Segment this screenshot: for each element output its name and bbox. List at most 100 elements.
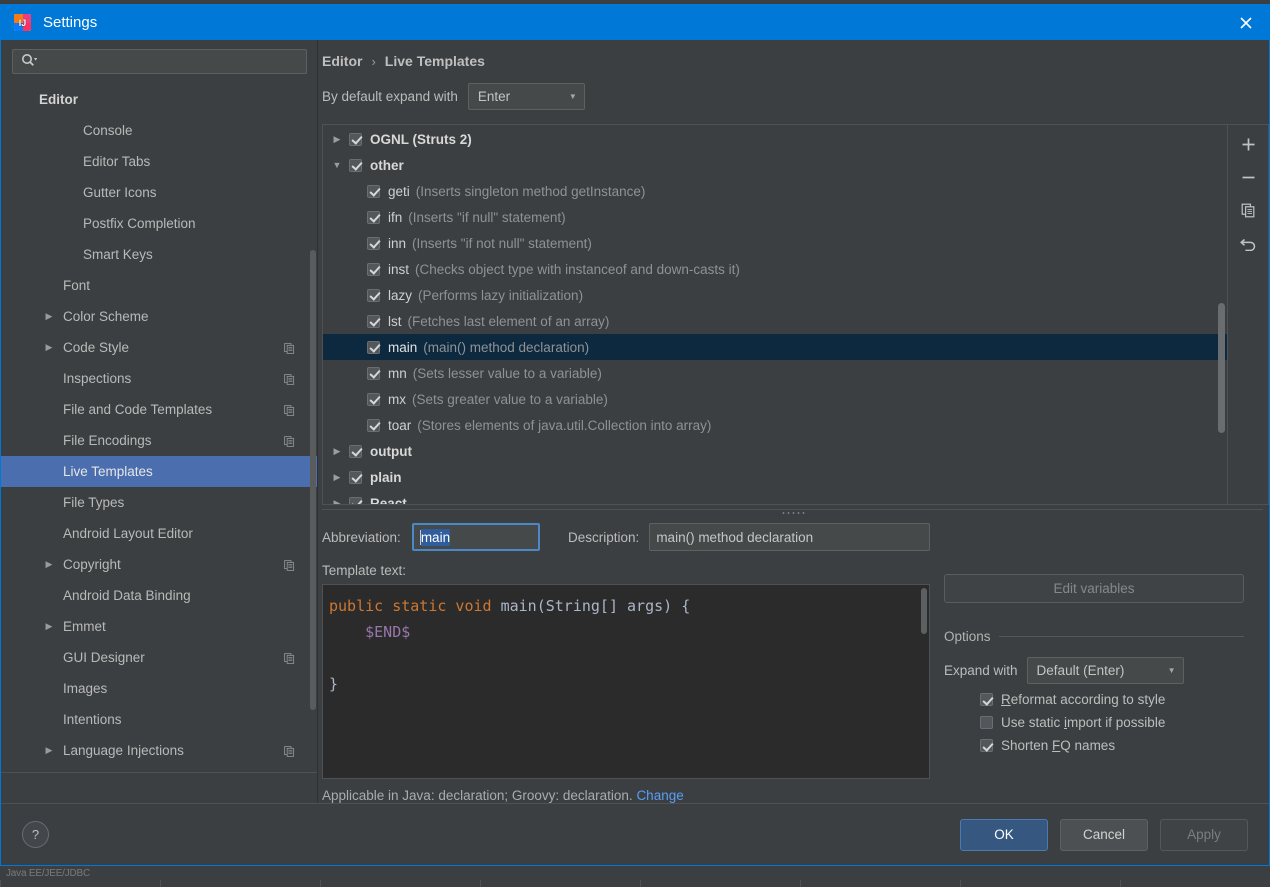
template-tree-row[interactable]: main(main() method declaration) (323, 334, 1227, 360)
checkbox-reformat-according-to-style[interactable]: Reformat according to style (944, 692, 1244, 707)
template-tree-row[interactable]: ▼other (323, 152, 1227, 178)
sidebar-item-code-style[interactable]: ▶Code Style (1, 332, 317, 363)
help-button[interactable]: ? (22, 821, 49, 848)
expand-arrow-icon[interactable]: ▶ (44, 745, 54, 756)
template-checkbox[interactable] (367, 185, 380, 198)
template-tree-area: ▶OGNL (Struts 2)▼othergeti(Inserts singl… (322, 124, 1269, 505)
template-checkbox[interactable] (367, 315, 380, 328)
sidebar-item-inspections[interactable]: Inspections (1, 363, 317, 394)
sidebar-item-editor-tabs[interactable]: Editor Tabs (1, 146, 317, 177)
expand-arrow-icon[interactable]: ▶ (331, 134, 343, 145)
checkbox-box[interactable] (980, 716, 993, 729)
expand-arrow-icon[interactable]: ▶ (44, 311, 54, 322)
template-tree-row[interactable]: mn(Sets lesser value to a variable) (323, 360, 1227, 386)
sidebar-item-file-encodings[interactable]: File Encodings (1, 425, 317, 456)
template-checkbox[interactable] (349, 133, 362, 146)
close-icon[interactable] (1223, 5, 1269, 40)
breadcrumb-parent[interactable]: Editor (322, 53, 362, 69)
code-scrollbar-thumb[interactable] (921, 588, 927, 634)
template-tree-row[interactable]: ▶plain (323, 464, 1227, 490)
add-icon[interactable] (1234, 132, 1262, 156)
template-tree-row[interactable]: inn(Inserts "if not null" statement) (323, 230, 1227, 256)
expand-arrow-icon[interactable]: ▶ (331, 472, 343, 483)
expand-arrow-icon[interactable]: ▶ (44, 559, 54, 570)
template-tree[interactable]: ▶OGNL (Struts 2)▼othergeti(Inserts singl… (322, 124, 1228, 505)
sidebar-item-color-scheme[interactable]: ▶Color Scheme (1, 301, 317, 332)
checkbox-box[interactable] (980, 739, 993, 752)
template-checkbox[interactable] (349, 445, 362, 458)
template-text-editor[interactable]: public static void main(String[] args) {… (322, 584, 930, 779)
sidebar-item-file-types[interactable]: File Types (1, 487, 317, 518)
cancel-button[interactable]: Cancel (1060, 819, 1148, 851)
sidebar-item-intentions[interactable]: Intentions (1, 704, 317, 735)
change-context-link[interactable]: Change (636, 788, 683, 803)
template-checkbox[interactable] (367, 237, 380, 250)
sidebar-item-spelling[interactable]: Spelling (1, 766, 317, 772)
panel-splitter[interactable] (318, 506, 1269, 518)
sidebar-scrollbar-thumb[interactable] (310, 250, 316, 710)
expand-arrow-icon[interactable]: ▶ (44, 621, 54, 632)
template-tree-row[interactable]: lazy(Performs lazy initialization) (323, 282, 1227, 308)
sidebar-item-live-templates[interactable]: Live Templates (1, 456, 317, 487)
sidebar-item-postfix-completion[interactable]: Postfix Completion (1, 208, 317, 239)
copy-icon[interactable] (1234, 198, 1262, 222)
sidebar-item-emmet[interactable]: ▶Emmet (1, 611, 317, 642)
template-tree-row[interactable]: ▶OGNL (Struts 2) (323, 126, 1227, 152)
checkbox-shorten-fq-names[interactable]: Shorten FQ names (944, 738, 1244, 753)
checkbox-use-static-import-if-possible[interactable]: Use static import if possible (944, 715, 1244, 730)
settings-content-panel: Editor › Live Templates By default expan… (318, 40, 1269, 803)
template-tree-row[interactable]: ▶output (323, 438, 1227, 464)
template-tree-row[interactable]: toar(Stores elements of java.util.Collec… (323, 412, 1227, 438)
description-input[interactable]: main() method declaration (649, 523, 930, 551)
sidebar-item-label: File Encodings (63, 433, 152, 448)
template-tree-row[interactable]: geti(Inserts singleton method getInstanc… (323, 178, 1227, 204)
search-input[interactable] (37, 50, 306, 73)
sidebar-item-editor[interactable]: Editor (1, 84, 317, 115)
sidebar-item-label: Live Templates (63, 464, 153, 479)
sidebar-item-smart-keys[interactable]: Smart Keys (1, 239, 317, 270)
expand-arrow-icon[interactable]: ▶ (331, 498, 343, 506)
expand-with-combo[interactable]: Default (Enter) ▼ (1027, 657, 1184, 684)
edit-variables-button[interactable]: Edit variables (944, 574, 1244, 603)
sidebar-item-file-and-code-templates[interactable]: File and Code Templates (1, 394, 317, 425)
template-tree-row[interactable]: ifn(Inserts "if null" statement) (323, 204, 1227, 230)
expand-arrow-icon[interactable]: ▶ (331, 446, 343, 457)
sidebar-item-language-injections[interactable]: ▶Language Injections (1, 735, 317, 766)
template-tree-row[interactable]: inst(Checks object type with instanceof … (323, 256, 1227, 282)
description-label: Description: (568, 530, 639, 545)
sidebar-item-gui-designer[interactable]: GUI Designer (1, 642, 317, 673)
remove-icon[interactable] (1234, 165, 1262, 189)
sidebar-item-gutter-icons[interactable]: Gutter Icons (1, 177, 317, 208)
apply-button[interactable]: Apply (1160, 819, 1248, 851)
template-tree-row[interactable]: mx(Sets greater value to a variable) (323, 386, 1227, 412)
template-checkbox[interactable] (349, 471, 362, 484)
template-tree-scrollbar-thumb[interactable] (1218, 303, 1225, 433)
sidebar-item-android-layout-editor[interactable]: Android Layout Editor (1, 518, 317, 549)
sidebar-item-android-data-binding[interactable]: Android Data Binding (1, 580, 317, 611)
search-box[interactable] (12, 49, 307, 74)
template-tree-row[interactable]: lst(Fetches last element of an array) (323, 308, 1227, 334)
revert-icon[interactable] (1234, 231, 1262, 255)
sidebar-item-images[interactable]: Images (1, 673, 317, 704)
template-checkbox[interactable] (367, 419, 380, 432)
sidebar-item-copyright[interactable]: ▶Copyright (1, 549, 317, 580)
abbreviation-input[interactable]: main (412, 523, 540, 551)
default-expand-combo[interactable]: Enter ▼ (468, 83, 585, 110)
template-checkbox[interactable] (367, 263, 380, 276)
expand-arrow-icon[interactable]: ▶ (44, 342, 54, 353)
copy-settings-icon (284, 342, 295, 353)
template-checkbox[interactable] (349, 497, 362, 506)
sidebar-item-font[interactable]: Font (1, 270, 317, 301)
template-checkbox[interactable] (367, 289, 380, 302)
template-checkbox[interactable] (367, 367, 380, 380)
template-checkbox[interactable] (367, 211, 380, 224)
template-tree-row[interactable]: ▶React (323, 490, 1227, 505)
checkbox-box[interactable] (980, 693, 993, 706)
template-checkbox[interactable] (367, 393, 380, 406)
template-checkbox[interactable] (349, 159, 362, 172)
sidebar-item-label: Gutter Icons (83, 185, 157, 200)
collapse-arrow-icon[interactable]: ▼ (331, 160, 343, 170)
template-checkbox[interactable] (367, 341, 380, 354)
sidebar-item-console[interactable]: Console (1, 115, 317, 146)
ok-button[interactable]: OK (960, 819, 1048, 851)
